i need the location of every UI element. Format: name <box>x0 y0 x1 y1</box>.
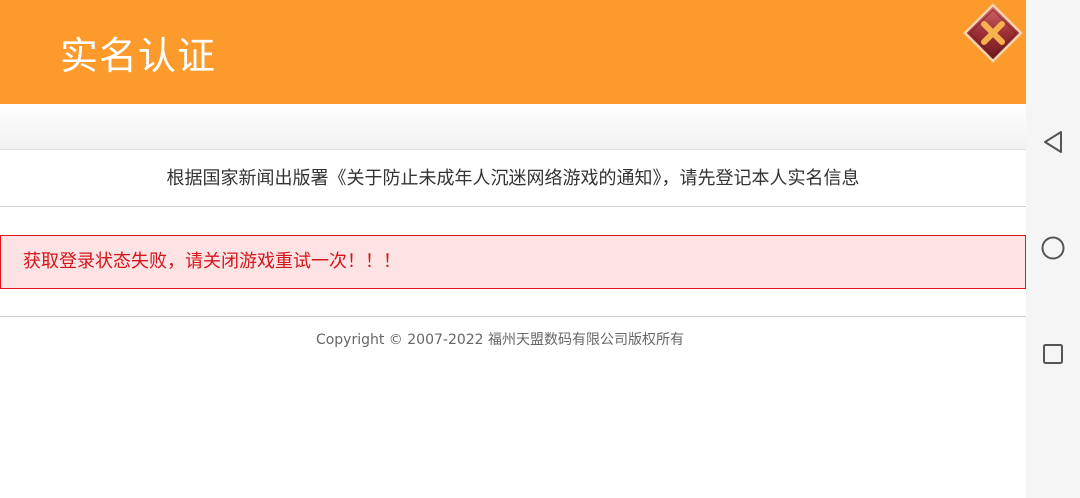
page-title: 实名认证 <box>60 34 217 78</box>
error-alert: 获取登录状态失败，请关闭游戏重试一次！！！ <box>0 235 1026 289</box>
copyright-text: Copyright © 2007-2022 福州天盟数码有限公司版权所有 <box>315 332 685 348</box>
close-button[interactable] <box>962 2 1024 64</box>
home-circle-icon <box>1041 236 1065 260</box>
nav-back-button[interactable] <box>1039 128 1067 156</box>
nav-home-button[interactable] <box>1039 234 1067 262</box>
sub-bar <box>0 104 1026 150</box>
error-message: 获取登录状态失败，请关闭游戏重试一次！！！ <box>23 251 401 272</box>
android-nav-bar <box>1026 0 1080 498</box>
recents-square-icon <box>1043 344 1063 364</box>
back-triangle-icon <box>1044 131 1062 153</box>
realname-notice: 根据国家新闻出版署《关于防止未成年人沉迷网络游戏的通知》，请先登记本人实名信息 <box>0 150 1026 207</box>
header-bar: 实名认证 <box>0 0 1026 104</box>
nav-recents-button[interactable] <box>1039 340 1067 368</box>
footer-divider <box>0 316 1026 317</box>
page: 实名认证 根据国家新闻出版署《关于防止未成年人沉迷网络游戏的通知》，请先登记本人… <box>0 0 1080 498</box>
close-x-icon <box>963 3 1023 63</box>
webview-content: 实名认证 根据国家新闻出版署《关于防止未成年人沉迷网络游戏的通知》，请先登记本人… <box>0 0 1026 498</box>
